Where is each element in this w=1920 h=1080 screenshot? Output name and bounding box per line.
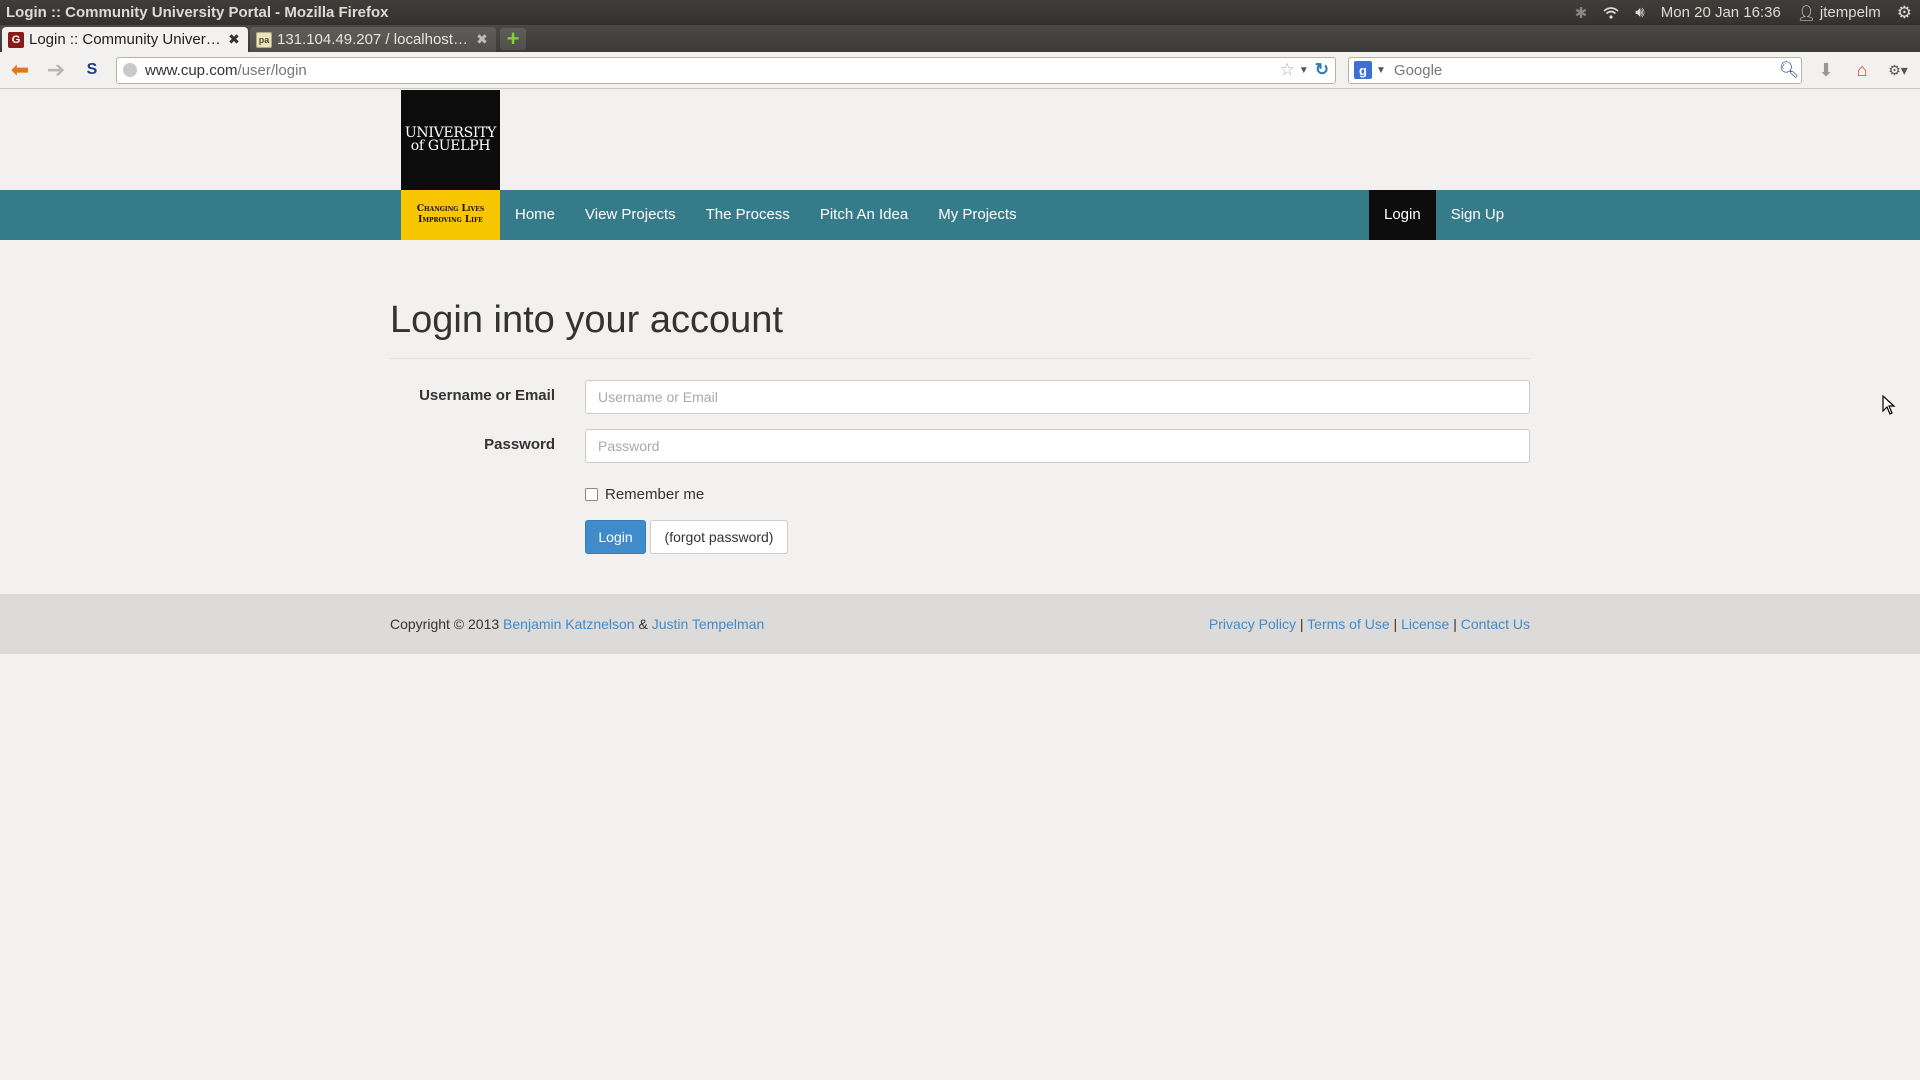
footer: Copyright © 2013 Benjamin Katznelson & J… xyxy=(0,594,1920,654)
extensions-menu-icon[interactable]: ⚙▾ xyxy=(1886,58,1910,82)
wifi-icon[interactable] xyxy=(1603,6,1619,19)
reload-icon[interactable]: ↻ xyxy=(1315,60,1329,80)
license-link[interactable]: License xyxy=(1401,616,1449,632)
search-icon[interactable]: 🔍︎ xyxy=(1777,60,1801,80)
nav-home[interactable]: Home xyxy=(500,190,570,240)
separator: | xyxy=(1453,616,1457,632)
settings-gear-icon[interactable]: ⚙ xyxy=(1897,3,1912,23)
phpmyadmin-favicon-icon: pa xyxy=(256,31,272,48)
auth-nav: Login Sign Up xyxy=(1369,190,1519,240)
forward-arrow-icon[interactable]: ➔ xyxy=(38,55,74,85)
login-button[interactable]: Login xyxy=(585,520,646,554)
bookmark-star-icon[interactable]: ☆ xyxy=(1280,60,1295,80)
separator: | xyxy=(1299,616,1304,632)
tab-phpmyadmin[interactable]: pa 131.104.49.207 / localhost / ... ✖ xyxy=(250,27,496,52)
forgot-password-button[interactable]: (forgot password) xyxy=(650,520,788,554)
site-favicon-icon: G xyxy=(8,31,24,48)
copyright-text: Copyright © 2013 xyxy=(390,616,500,632)
site-identity-icon[interactable] xyxy=(123,63,137,77)
navigation-toolbar: ⬅ ➔ S www.cup.com/user/login ☆ ▼ ↻ g ▼ G… xyxy=(0,52,1920,89)
site-navbar: Changing Lives Improving Life Home View … xyxy=(0,190,1920,240)
title-divider xyxy=(390,358,1530,359)
username: jtempelm xyxy=(1819,4,1881,21)
nav-my-projects[interactable]: My Projects xyxy=(923,190,1031,240)
user-menu[interactable]: 👤︎ jtempelm xyxy=(1797,4,1881,22)
password-label: Password xyxy=(484,436,555,453)
logo-text: UNIVERSITY of GUELPH xyxy=(404,125,497,154)
nav-login[interactable]: Login xyxy=(1369,190,1436,240)
username-input[interactable] xyxy=(585,380,1530,414)
close-tab-icon[interactable]: ✖ xyxy=(474,31,490,48)
url-text[interactable]: www.cup.com/user/login xyxy=(145,62,1280,79)
volume-icon[interactable]: 🔊︎ xyxy=(1635,4,1644,21)
nav-view-projects[interactable]: View Projects xyxy=(570,190,691,240)
main-nav: Home View Projects The Process Pitch An … xyxy=(500,190,1032,240)
google-search-engine-icon[interactable]: g xyxy=(1354,61,1372,79)
history-dropdown-icon[interactable]: ▼ xyxy=(1299,65,1309,76)
search-placeholder: Google xyxy=(1393,61,1443,79)
nav-sign-up[interactable]: Sign Up xyxy=(1436,190,1519,240)
downloads-arrow-icon[interactable]: ⬇ xyxy=(1814,58,1838,82)
password-input[interactable] xyxy=(585,429,1530,463)
nav-the-process[interactable]: The Process xyxy=(691,190,805,240)
university-logo[interactable]: UNIVERSITY of GUELPH xyxy=(401,90,500,190)
copyright: Copyright © 2013 Benjamin Katznelson & J… xyxy=(390,594,764,654)
remember-me-label[interactable]: Remember me xyxy=(605,486,704,503)
home-icon[interactable]: ⌂ xyxy=(1850,58,1874,82)
page-title: Login into your account xyxy=(390,299,783,341)
tab-login[interactable]: G Login :: Community Universi... ✖ xyxy=(2,27,248,52)
ampersand: & xyxy=(638,616,648,632)
footer-links: Privacy Policy | Terms of Use | License … xyxy=(1209,594,1530,654)
clock[interactable]: Mon 20 Jan 16:36 xyxy=(1661,4,1781,21)
stumble-s-icon[interactable]: S xyxy=(74,55,110,85)
tab-label: 131.104.49.207 / localhost / ... xyxy=(277,31,470,48)
search-bar[interactable]: g ▼ Google 🔍︎ xyxy=(1348,56,1802,84)
os-top-panel: Login :: Community University Portal - M… xyxy=(0,0,1920,25)
username-label: Username or Email xyxy=(419,387,555,404)
terms-of-use-link[interactable]: Terms of Use xyxy=(1307,616,1389,632)
tagline-line-2: Improving Life xyxy=(418,215,483,225)
tab-strip: G Login :: Community Universi... ✖ pa 13… xyxy=(0,25,1920,52)
tab-label: Login :: Community Universi... xyxy=(29,31,222,48)
close-tab-icon[interactable]: ✖ xyxy=(226,31,242,48)
back-arrow-icon[interactable]: ⬅ xyxy=(2,55,38,85)
contact-us-link[interactable]: Contact Us xyxy=(1461,616,1530,632)
separator: | xyxy=(1393,616,1398,632)
window-title: Login :: Community University Portal - M… xyxy=(6,4,389,21)
new-tab-plus-icon[interactable]: + xyxy=(500,28,526,50)
privacy-policy-link[interactable]: Privacy Policy xyxy=(1209,616,1296,632)
nav-pitch-an-idea[interactable]: Pitch An Idea xyxy=(805,190,923,240)
tagline-banner: Changing Lives Improving Life xyxy=(401,190,500,240)
url-bar[interactable]: www.cup.com/user/login ☆ ▼ ↻ xyxy=(116,56,1336,84)
user-icon: 👤︎ xyxy=(1796,4,1816,22)
remember-me[interactable]: Remember me xyxy=(585,486,704,503)
remember-me-checkbox[interactable] xyxy=(585,488,598,501)
bluetooth-icon[interactable]: ✱ xyxy=(1575,4,1588,22)
page-viewport: UNIVERSITY of GUELPH Changing Lives Impr… xyxy=(0,90,1920,1080)
author-link-2[interactable]: Justin Tempelman xyxy=(652,616,765,632)
tagline-line-1: Changing Lives xyxy=(416,204,485,214)
engine-dropdown-icon[interactable]: ▼ xyxy=(1376,65,1386,76)
author-link-1[interactable]: Benjamin Katznelson xyxy=(503,616,635,632)
